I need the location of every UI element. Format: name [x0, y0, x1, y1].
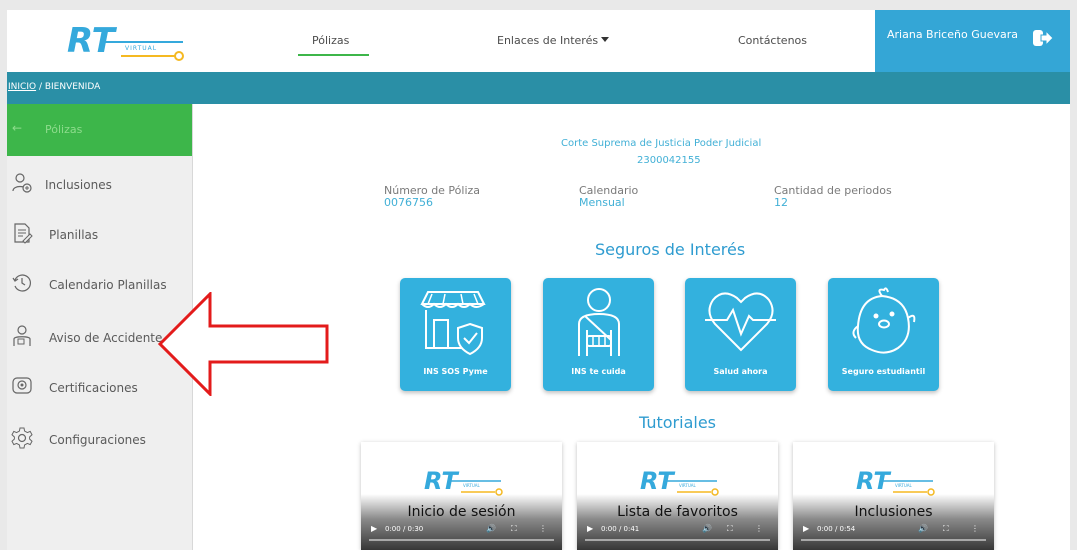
video-progress-bar[interactable] [369, 539, 554, 541]
video-controls: ▶ 0:00 / 0:41 🔊 ⛶ ⋮ [577, 524, 778, 542]
document-edit-icon [14, 223, 33, 244]
logo-subtext: VIRTUAL [895, 483, 913, 488]
sidebar-item-label: Planillas [49, 228, 99, 242]
calendar-field: Calendario Mensual [579, 185, 638, 209]
annotation-arrow-left-icon [158, 292, 329, 396]
nav-polizas[interactable]: Pólizas [312, 34, 349, 47]
app-window: RT VIRTUAL Pólizas Enlaces de Interés Co… [7, 10, 1070, 550]
breadcrumb: INICIO / BIENVENIDA [8, 82, 100, 92]
nav-enlaces-label: Enlaces de Interés [497, 34, 599, 47]
rt-virtual-logo: RT VIRTUAL [856, 467, 935, 496]
logo-subtext: VIRTUAL [463, 483, 481, 488]
sidebar-header-label: Pólizas [45, 123, 83, 136]
play-icon[interactable]: ▶ [371, 524, 377, 533]
fullscreen-icon[interactable]: ⛶ [727, 524, 733, 534]
insurance-card-label: INS SOS Pyme [423, 367, 488, 376]
video-progress-bar[interactable] [801, 539, 986, 541]
video-controls: ▶ 0:00 / 0:54 🔊 ⛶ ⋮ [793, 524, 994, 542]
sidebar-item-label: Inclusiones [45, 178, 112, 192]
breadcrumb-separator: / [36, 82, 45, 92]
volume-icon[interactable]: 🔊 [702, 524, 712, 533]
user-name[interactable]: Ariana Briceño Guevara [887, 28, 1018, 41]
sidebar-item-label: Aviso de Accidente [49, 331, 163, 345]
rt-virtual-logo: RT VIRTUAL [640, 467, 719, 496]
tutorial-video-player[interactable]: RT VIRTUAL Inicio de sesión ▶ 0:00 / 0:3… [361, 442, 562, 550]
periods-field: Cantidad de periodos 12 [774, 185, 892, 209]
fullscreen-icon[interactable]: ⛶ [511, 524, 517, 534]
storefront-shield-icon [420, 291, 486, 356]
sidebar-item-label: Certificaciones [49, 381, 138, 395]
breadcrumb-current: BIENVENIDA [44, 82, 101, 92]
more-options-icon[interactable]: ⋮ [539, 524, 547, 533]
caret-down-icon [601, 37, 610, 42]
organization-number: 2300042155 [637, 155, 701, 166]
chick-mascot-icon [852, 287, 916, 354]
gear-icon [11, 427, 33, 449]
more-options-icon[interactable]: ⋮ [755, 524, 763, 533]
sidebar-item-planillas[interactable]: Planillas [7, 216, 192, 256]
user-panel: Ariana Briceño Guevara [875, 10, 1070, 72]
field-label: Cantidad de periodos [774, 184, 892, 197]
top-navbar: RT VIRTUAL Pólizas Enlaces de Interés Co… [7, 10, 1070, 72]
history-clock-icon [12, 274, 31, 292]
play-icon[interactable]: ▶ [803, 524, 809, 533]
user-add-icon [12, 173, 32, 193]
rt-virtual-logo[interactable]: RT VIRTUAL [65, 18, 195, 66]
volume-icon[interactable]: 🔊 [918, 524, 928, 533]
field-value: 12 [774, 196, 788, 209]
more-options-icon[interactable]: ⋮ [971, 524, 979, 533]
video-progress-bar[interactable] [585, 539, 770, 541]
sidebar-item-configuraciones[interactable]: Configuraciones [7, 421, 192, 461]
insurance-section-title: Seguros de Interés [595, 240, 746, 259]
tutorial-video-player[interactable]: RT VIRTUAL Lista de favoritos ▶ 0:00 / 0… [577, 442, 778, 550]
insurance-card-label: INS te cuida [571, 367, 626, 376]
sidebar-item-label: Calendario Planillas [49, 278, 167, 292]
arrow-left-icon: ← [12, 121, 23, 135]
insurance-card-label: Salud ahora [713, 367, 768, 376]
logo-subtext: VIRTUAL [679, 483, 697, 488]
volume-icon[interactable]: 🔊 [486, 524, 496, 533]
active-nav-underline [298, 54, 369, 56]
insurance-card-seguro-estudiantil[interactable]: Seguro estudiantil [828, 278, 939, 391]
insurance-card-te-cuida[interactable]: INS te cuida [543, 278, 654, 391]
injured-person-icon [13, 325, 31, 346]
policy-number-field: Número de Póliza 0076756 [384, 185, 480, 209]
breadcrumb-home-link[interactable]: INICIO [8, 82, 36, 92]
video-controls: ▶ 0:00 / 0:30 🔊 ⛶ ⋮ [361, 524, 562, 542]
play-icon[interactable]: ▶ [587, 524, 593, 533]
field-value: Mensual [579, 196, 625, 209]
video-title: Lista de favoritos [617, 504, 738, 520]
tutorial-video-player[interactable]: RT VIRTUAL Inclusiones ▶ 0:00 / 0:54 🔊 ⛶… [793, 442, 994, 550]
video-time: 0:00 / 0:30 [385, 525, 424, 533]
nav-enlaces-dropdown[interactable]: Enlaces de Interés [497, 34, 610, 47]
sidebar-header-polizas[interactable]: ← Pólizas [7, 104, 192, 156]
video-title: Inclusiones [854, 504, 933, 520]
rt-virtual-logo: RT VIRTUAL [424, 467, 503, 496]
logo-subtext: VIRTUAL [125, 45, 157, 52]
sidebar-item-inclusiones[interactable]: Inclusiones [7, 166, 192, 206]
person-arm-sling-icon [578, 288, 620, 356]
organization-name: Corte Suprema de Justicia Poder Judicial [561, 138, 762, 149]
insurance-card-label: Seguro estudiantil [841, 367, 926, 376]
video-time: 0:00 / 0:54 [817, 525, 856, 533]
logout-icon[interactable] [1032, 27, 1054, 49]
insurance-card-salud-ahora[interactable]: Salud ahora [685, 278, 796, 391]
fullscreen-icon[interactable]: ⛶ [943, 524, 949, 534]
insurance-card-sos-pyme[interactable]: INS SOS Pyme [400, 278, 511, 391]
field-value: 0076756 [384, 196, 433, 209]
video-title: Inicio de sesión [407, 504, 516, 520]
nav-contactenos[interactable]: Contáctenos [738, 34, 807, 47]
certificate-icon [12, 377, 32, 394]
breadcrumb-bar: INICIO / BIENVENIDA [7, 72, 1070, 104]
sidebar-item-label: Configuraciones [49, 433, 146, 447]
heart-pulse-icon [705, 292, 776, 352]
video-time: 0:00 / 0:41 [601, 525, 640, 533]
tutorials-section-title: Tutoriales [639, 413, 716, 432]
